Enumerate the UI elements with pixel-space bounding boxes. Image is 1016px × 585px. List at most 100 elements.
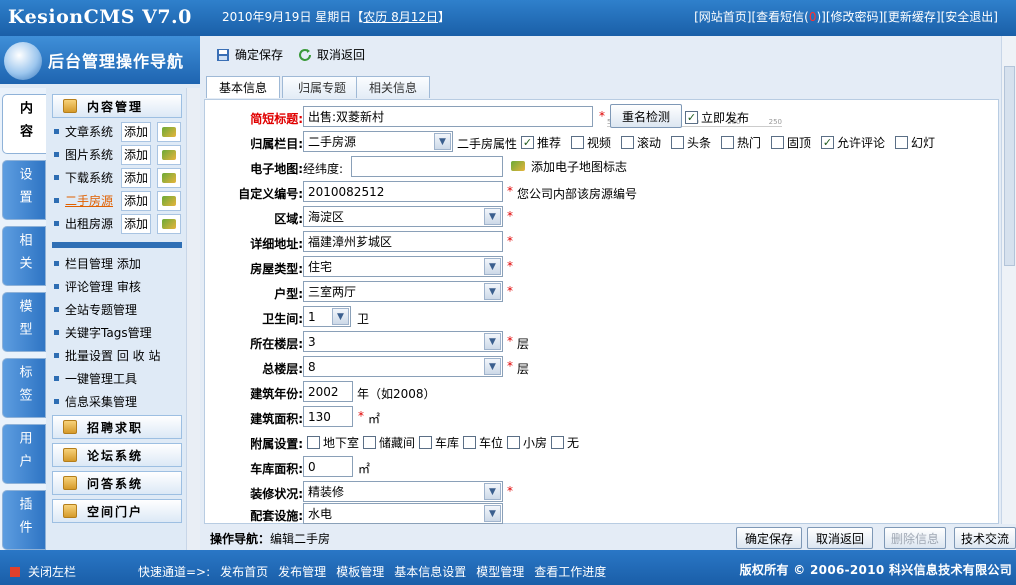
edit-icon[interactable] <box>157 190 181 211</box>
edit-icon[interactable] <box>157 121 181 142</box>
quick-link-work-progress[interactable]: 查看工作进度 <box>534 563 606 580</box>
change-password-link[interactable]: [修改密码] <box>826 10 883 24</box>
scroll-thumb[interactable] <box>1004 66 1015 266</box>
bathroom-select[interactable]: 1 ▼ <box>303 306 351 327</box>
vtab-content[interactable]: 内容 <box>2 94 46 154</box>
group-content-management[interactable]: 内容管理 <box>52 94 182 118</box>
sidebar-title: 后台管理操作导航 <box>48 52 185 71</box>
address-input[interactable]: 福建漳州芗城区 <box>303 231 503 252</box>
sidebar-scrollbar[interactable] <box>186 88 200 550</box>
group-jobs[interactable]: 招聘求职 <box>52 415 182 439</box>
sidebar-item-column-manage[interactable]: 栏目管理 添加 <box>52 252 141 274</box>
attr-checkbox-hot[interactable]: 热门 <box>721 134 761 151</box>
sidebar-item-batch-settings[interactable]: 批量设置 回 收 站 <box>52 344 160 366</box>
quick-link-model-manage[interactable]: 模型管理 <box>476 563 524 580</box>
vtab-model[interactable]: 模型 <box>2 292 46 352</box>
vtab-tags[interactable]: 标签 <box>2 358 46 418</box>
update-cache-link[interactable]: [更新缓存] <box>883 10 940 24</box>
vtab-settings[interactable]: 设置 <box>2 160 46 220</box>
decoration-select[interactable]: 精装修 ▼ <box>303 481 503 502</box>
attr-checkbox-video[interactable]: 视频 <box>571 134 611 151</box>
sidebar-item-label[interactable]: 下载系统 <box>65 169 117 186</box>
quick-link-publish-manage[interactable]: 发布管理 <box>278 563 326 580</box>
sidebar-item-label[interactable]: 二手房源 <box>65 192 117 209</box>
quick-link-basic-settings[interactable]: 基本信息设置 <box>394 563 466 580</box>
vtab-users[interactable]: 用户 <box>2 424 46 484</box>
extra-checkbox-garage[interactable]: 车库 <box>419 434 459 451</box>
check-name-button[interactable]: 重名检测 <box>610 104 682 128</box>
group-space[interactable]: 空间门户 <box>52 499 182 523</box>
logout-link[interactable]: [安全退出] <box>941 10 998 24</box>
add-button[interactable]: 添加 <box>121 144 151 165</box>
sidebar-item-one-click-tools[interactable]: 一键管理工具 <box>52 367 137 389</box>
tab-special[interactable]: 归属专题 <box>282 76 362 98</box>
attr-checkbox-headline[interactable]: 头条 <box>671 134 711 151</box>
vtab-plugins[interactable]: 插件 <box>2 490 46 550</box>
collapse-divider[interactable] <box>52 242 182 248</box>
group-qa[interactable]: 问答系统 <box>52 471 182 495</box>
floor-select-value: 3 <box>308 334 316 349</box>
lunar-date-link[interactable]: 农历 8月12日 <box>363 10 438 24</box>
sidebar-item-label[interactable]: 出租房源 <box>65 215 117 232</box>
build-year-input[interactable]: 2002 <box>303 381 353 402</box>
sidebar-item-label[interactable]: 文章系统 <box>65 123 117 140</box>
attr-checkbox-scroll[interactable]: 滚动 <box>621 134 661 151</box>
map-prefix: 经纬度: <box>303 162 344 176</box>
edit-icon[interactable] <box>157 144 181 165</box>
district-select[interactable]: 海淀区 ▼ <box>303 206 503 227</box>
quick-link-template-manage[interactable]: 模板管理 <box>336 563 384 580</box>
checkbox-box <box>463 436 476 449</box>
sidebar-item-special-manage[interactable]: 全站专题管理 <box>52 298 137 320</box>
extra-checkbox-none[interactable]: 无 <box>551 434 579 451</box>
extra-checkbox-parking[interactable]: 车位 <box>463 434 503 451</box>
floor-select[interactable]: 3 ▼ <box>303 331 503 352</box>
sidebar-item-comment-manage[interactable]: 评论管理 审核 <box>52 275 141 297</box>
add-button[interactable]: 添加 <box>121 121 151 142</box>
layout-select[interactable]: 三室两厅 ▼ <box>303 281 503 302</box>
messages-link[interactable]: [查看短信( <box>751 10 808 24</box>
toolbar-cancel-button[interactable]: 取消返回 <box>298 46 365 63</box>
edit-icon[interactable] <box>157 213 181 234</box>
garage-area-input[interactable]: 0 <box>303 456 353 477</box>
footer-cancel-button[interactable]: 取消返回 <box>807 527 873 549</box>
sidebar-item-label[interactable]: 图片系统 <box>65 146 117 163</box>
extra-checkbox-storage[interactable]: 储藏间 <box>363 434 415 451</box>
total-floor-select[interactable]: 8 ▼ <box>303 356 503 377</box>
toolbar-save-button[interactable]: 确定保存 <box>216 46 283 63</box>
tab-basic-info[interactable]: 基本信息 <box>206 76 280 98</box>
title-input[interactable]: 出售:双菱新村 <box>303 106 593 127</box>
map-coordinate-input[interactable] <box>351 156 503 177</box>
add-button[interactable]: 添加 <box>121 213 151 234</box>
messages-link-close[interactable]: )] <box>817 10 826 24</box>
attr-checkbox-allow-comment[interactable]: ✓ 允许评论 <box>821 134 885 151</box>
extra-checkbox-basement[interactable]: 地下室 <box>307 434 359 451</box>
facility-select[interactable]: 水电 ▼ <box>303 503 503 524</box>
sidebar-item-collect-manage[interactable]: 信息采集管理 <box>52 390 137 412</box>
add-button[interactable]: 添加 <box>121 190 151 211</box>
home-link[interactable]: [网站首页] <box>694 10 751 24</box>
attr-checkbox-recommend[interactable]: ✓ 推荐 <box>521 134 561 151</box>
add-button[interactable]: 添加 <box>121 167 151 188</box>
column-select[interactable]: 二手房源 ▼ <box>303 131 453 152</box>
custom-id-input[interactable]: 2010082512 <box>303 181 503 202</box>
tab-related-info[interactable]: 相关信息 <box>356 76 430 98</box>
messages-count: 0 <box>808 10 817 24</box>
close-left-panel-button[interactable]: 关闭左栏 <box>10 563 76 580</box>
main-scrollbar[interactable] <box>1001 36 1016 524</box>
attr-checkbox-slide[interactable]: 幻灯 <box>895 134 935 151</box>
edit-icon[interactable] <box>157 167 181 188</box>
footer-save-button[interactable]: 确定保存 <box>736 527 802 549</box>
quick-link-publish-home[interactable]: 发布首页 <box>220 563 268 580</box>
group-forum[interactable]: 论坛系统 <box>52 443 182 467</box>
sidebar-item-tags-manage[interactable]: 关键字Tags管理 <box>52 321 152 343</box>
house-type-select[interactable]: 住宅 ▼ <box>303 256 503 277</box>
footer-tech-support-button[interactable]: 技术交流 <box>954 527 1016 549</box>
publish-now-checkbox[interactable]: ✓ 立即发布 <box>685 109 749 126</box>
extra-checkbox-small-room[interactable]: 小房 <box>507 434 547 451</box>
bullet-icon <box>54 198 59 203</box>
add-map-mark-button[interactable]: 添加电子地图标志 <box>509 157 627 175</box>
attr-checkbox-top[interactable]: 固顶 <box>771 134 811 151</box>
vtab-related[interactable]: 相关 <box>2 226 46 286</box>
footer-delete-button[interactable]: 删除信息 <box>884 527 946 549</box>
build-area-input[interactable]: 130 <box>303 406 353 427</box>
